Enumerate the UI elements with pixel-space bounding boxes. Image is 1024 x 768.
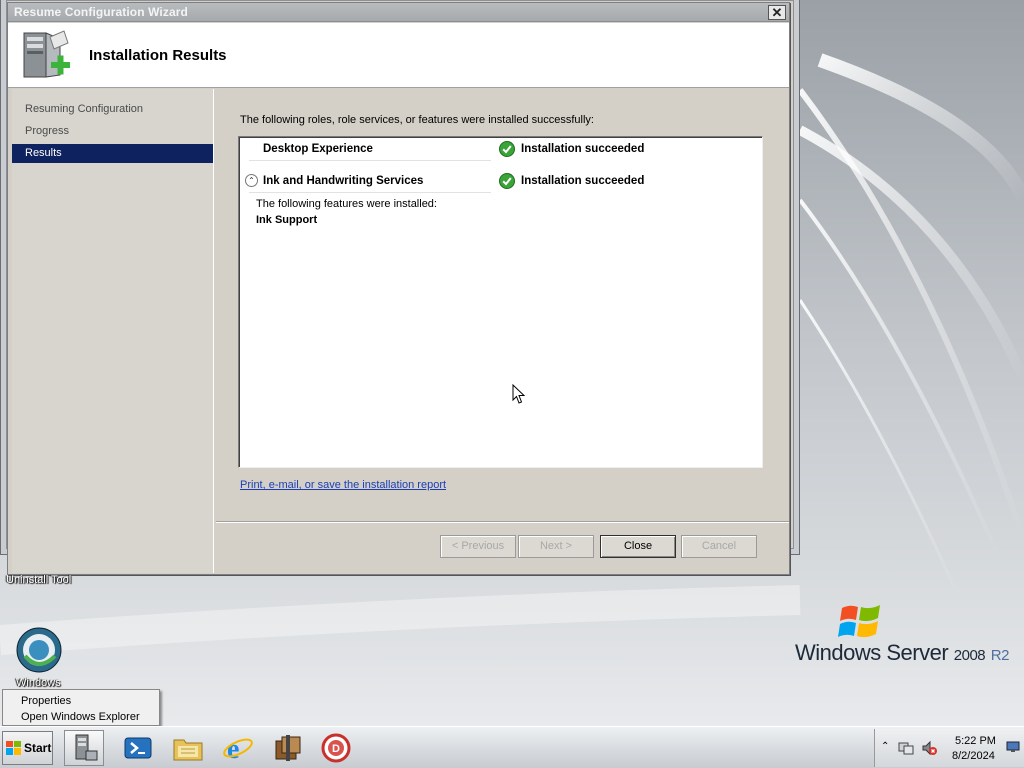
wizard-header: Installation Results [8, 23, 789, 88]
detail-feature-name: Ink Support [256, 214, 318, 226]
previous-button[interactable]: < Previous [440, 535, 516, 558]
page-title: Installation Results [89, 47, 227, 64]
wizard-content: The following roles, role services, or f… [216, 89, 789, 573]
clock-date[interactable]: 8/2/2024 [952, 750, 995, 762]
start-label: Start [24, 741, 52, 755]
desktop-icon-label-uninstall-tool[interactable]: Uninstall Tool [6, 574, 71, 586]
nav-item-progress[interactable]: Progress [12, 122, 213, 141]
volume-muted-icon[interactable] [921, 740, 937, 756]
cancel-button[interactable]: Cancel [681, 535, 757, 558]
close-button[interactable]: Close [600, 535, 676, 558]
powershell-icon[interactable] [118, 730, 158, 766]
installation-report-link[interactable]: Print, e-mail, or save the installation … [240, 479, 446, 491]
result-status-text: Installation succeeded [521, 175, 645, 187]
internet-explorer-icon[interactable]: e [218, 730, 258, 766]
collapse-icon[interactable]: ⌃ [245, 174, 258, 187]
start-button[interactable]: Start [2, 731, 53, 765]
taskbar: Start e D ⌃ 5:22 PM 8/2/2024 [0, 726, 1024, 768]
uninstall-tool-icon[interactable]: D [316, 730, 356, 766]
context-menu-item-properties[interactable]: Properties [3, 693, 159, 709]
mouse-pointer-icon [512, 384, 526, 404]
result-name: Desktop Experience [263, 143, 373, 155]
result-row: Desktop Experience Installation succeede… [239, 137, 759, 161]
wizard-window: Resume Configuration Wizard ✕ Installati… [7, 2, 790, 575]
windows-flag-logo-icon [838, 605, 880, 638]
detail-intro-text: The following features were installed: [256, 198, 437, 210]
close-window-button[interactable]: ✕ [768, 4, 786, 20]
archive-tool-icon[interactable] [268, 730, 308, 766]
windows-start-icon [6, 741, 21, 755]
server-add-icon [23, 30, 70, 78]
wizard-nav: Resuming Configuration Progress Results [12, 89, 214, 573]
window-title: Resume Configuration Wizard [14, 5, 188, 19]
explorer-folder-icon[interactable] [168, 730, 208, 766]
svg-text:e: e [227, 734, 239, 763]
network-icon[interactable] [898, 740, 914, 756]
logo-main-text: Windows Server [795, 640, 949, 665]
context-menu: Properties Open Windows Explorer [2, 689, 160, 726]
results-list: Desktop Experience Installation succeede… [238, 136, 763, 468]
next-button[interactable]: Next > [518, 535, 594, 558]
row-divider [249, 192, 491, 193]
title-bar[interactable]: Resume Configuration Wizard ✕ [8, 3, 789, 22]
context-menu-item-open-windows-explorer[interactable]: Open Windows Explorer [3, 709, 159, 725]
green-check-icon [499, 141, 515, 157]
result-row: ⌃ Ink and Handwriting Services Installat… [239, 169, 759, 193]
show-desktop-icon[interactable] [1006, 741, 1020, 753]
result-status-text: Installation succeeded [521, 143, 645, 155]
result-status: Installation succeeded [499, 141, 644, 157]
clock-time[interactable]: 5:22 PM [955, 735, 996, 747]
nav-item-results[interactable]: Results [12, 144, 213, 163]
server-manager-icon[interactable] [64, 730, 104, 766]
system-tray: ⌃ 5:22 PM 8/2/2024 [874, 729, 1024, 767]
windows-server-logo: Windows Server 2008 R2 [795, 640, 1009, 666]
windows-desktop-icon[interactable] [15, 626, 63, 674]
show-hidden-icons-icon[interactable]: ⌃ [881, 741, 889, 752]
button-area-divider [216, 521, 789, 523]
svg-text:D: D [332, 743, 340, 755]
results-intro-text: The following roles, role services, or f… [240, 114, 594, 126]
result-status: Installation succeeded [499, 173, 644, 189]
row-divider [249, 160, 491, 161]
logo-edition-text: R2 [990, 647, 1010, 664]
nav-item-resuming-configuration[interactable]: Resuming Configuration [12, 100, 213, 119]
green-check-icon [499, 173, 515, 189]
logo-year-text: 2008 [953, 647, 986, 664]
desktop-icon-label-windows[interactable]: Windows [16, 677, 61, 689]
result-name: Ink and Handwriting Services [263, 175, 424, 187]
